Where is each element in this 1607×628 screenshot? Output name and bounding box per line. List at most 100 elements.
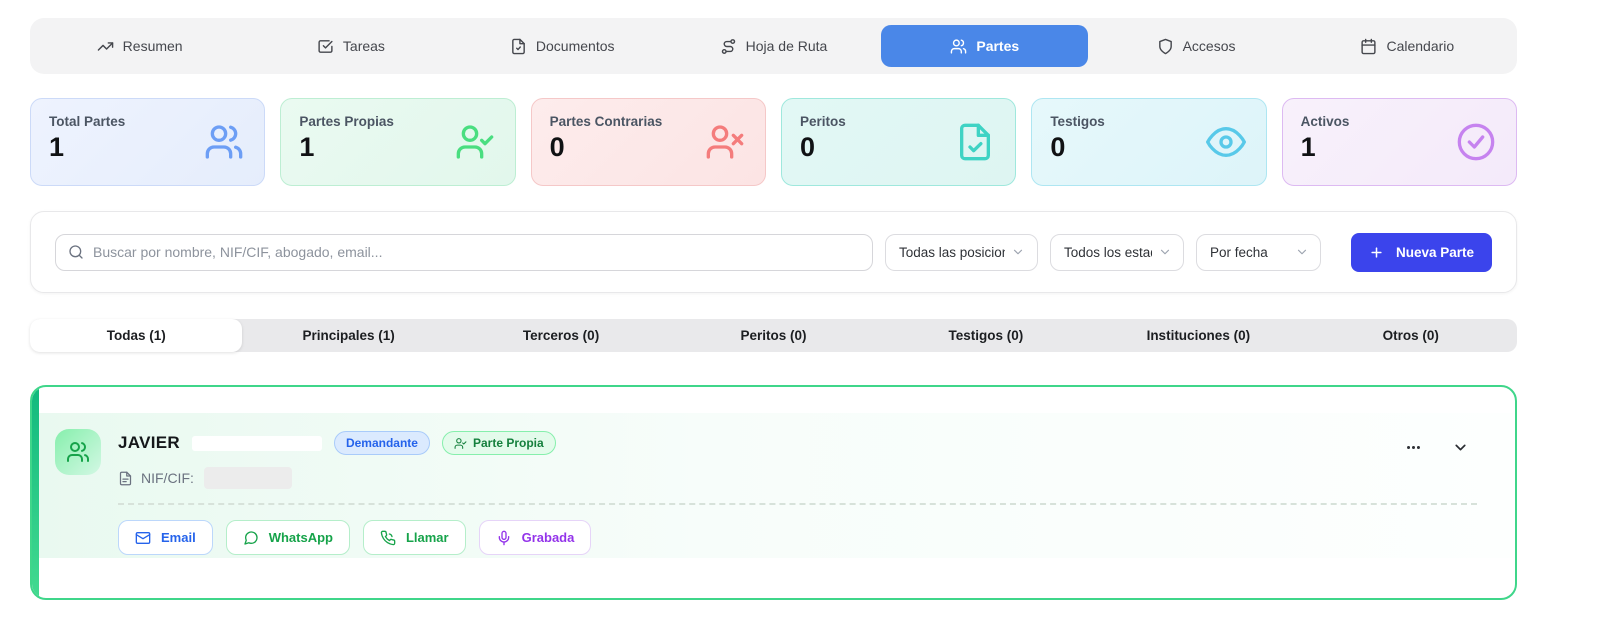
- category-tab-label: Peritos (0): [740, 328, 807, 343]
- check-square-icon: [318, 39, 333, 53]
- tab-partes[interactable]: Partes: [881, 25, 1089, 67]
- email-button[interactable]: Email: [118, 520, 213, 555]
- dropdown-value: Por fecha: [1210, 244, 1268, 260]
- category-tab-label: Principales (1): [302, 328, 395, 343]
- category-tab-peritos[interactable]: Peritos (0): [667, 319, 879, 352]
- stat-card-partes-propias: Partes Propias 1: [280, 98, 516, 186]
- chevron-down-icon: [1455, 444, 1466, 451]
- tab-documentos[interactable]: Documentos: [459, 25, 666, 67]
- chevron-down-icon: [1160, 249, 1170, 255]
- eye-icon: [1205, 122, 1246, 162]
- party-card-accent-bar: [32, 387, 39, 598]
- tab-tareas[interactable]: Tareas: [247, 25, 454, 67]
- file-check-icon: [955, 122, 995, 162]
- tab-label: Tareas: [342, 38, 385, 54]
- toolbar: Todas las posiciones Todos los estados P…: [30, 211, 1517, 293]
- trending-up-icon: [97, 41, 113, 51]
- file-text-icon: [119, 471, 132, 485]
- tab-label: Calendario: [1386, 38, 1455, 54]
- position-badge: Demandante: [333, 431, 430, 455]
- tab-accesos[interactable]: Accesos: [1092, 25, 1299, 67]
- main-tab-bar: Resumen Tareas Documentos Hoja de Ruta P…: [30, 18, 1517, 74]
- stat-card-testigos: Testigos 0: [1031, 98, 1267, 186]
- search-icon: [69, 245, 83, 259]
- phone-call-icon: [380, 530, 396, 545]
- tab-label: Hoja de Ruta: [745, 38, 828, 54]
- tab-label: Resumen: [122, 38, 183, 54]
- tab-label: Documentos: [535, 38, 615, 54]
- nif-label: NIF/CIF:: [141, 470, 194, 486]
- position-badge-label: Demandante: [345, 436, 418, 450]
- more-horizontal-icon: [1407, 446, 1420, 449]
- call-button-label: Llamar: [405, 530, 449, 545]
- category-tab-instituciones[interactable]: Instituciones (0): [1092, 319, 1304, 352]
- route-icon: [721, 38, 735, 54]
- users-icon: [951, 38, 967, 54]
- stats-row: Total Partes 1 Partes Propias 1 Partes C…: [30, 98, 1517, 186]
- chevron-down-icon: [1297, 249, 1307, 255]
- status-filter-dropdown[interactable]: Todos los estados: [1050, 233, 1184, 271]
- message-circle-icon: [244, 530, 258, 545]
- category-tab-todas[interactable]: Todas (1): [30, 319, 243, 352]
- tab-label: Accesos: [1182, 38, 1236, 54]
- call-button[interactable]: Llamar: [362, 520, 466, 555]
- party-avatar: [55, 429, 101, 475]
- dropdown-value: Todos los estados: [1064, 244, 1152, 260]
- page-container: Resumen Tareas Documentos Hoja de Ruta P…: [30, 18, 1517, 600]
- plus-icon: [1371, 246, 1382, 258]
- party-card: JAVIER Demandante Parte Propia NIF/CIF:: [30, 385, 1517, 600]
- recorded-button-label: Grabada: [521, 530, 575, 545]
- redacted-nif-value: [203, 467, 292, 489]
- contact-buttons-row: Email WhatsApp Llamar Grabada: [118, 520, 1477, 555]
- users-icon: [204, 122, 244, 162]
- tab-calendario[interactable]: Calendario: [1304, 25, 1511, 67]
- user-check-icon: [455, 122, 495, 162]
- new-party-button[interactable]: Nueva Parte: [1350, 232, 1492, 272]
- ownership-badge-label: Parte Propia: [472, 436, 544, 450]
- dashed-divider: [118, 503, 1477, 505]
- party-card-actions: [1403, 437, 1471, 458]
- category-tab-label: Otros (0): [1382, 328, 1439, 343]
- file-text-icon: [512, 38, 525, 54]
- category-tab-testigos[interactable]: Testigos (0): [880, 319, 1092, 352]
- user-x-icon: [705, 122, 745, 162]
- mic-icon: [498, 530, 509, 545]
- date-sort-dropdown[interactable]: Por fecha: [1196, 233, 1321, 271]
- whatsapp-button[interactable]: WhatsApp: [225, 520, 350, 555]
- tab-label: Partes: [976, 38, 1020, 54]
- category-tab-principales[interactable]: Principales (1): [242, 319, 454, 352]
- category-tab-label: Terceros (0): [522, 328, 600, 343]
- party-info: JAVIER Demandante Parte Propia NIF/CIF:: [118, 429, 1386, 489]
- tab-resumen[interactable]: Resumen: [36, 25, 243, 67]
- mail-icon: [135, 531, 151, 544]
- check-circle-icon: [1456, 122, 1496, 162]
- user-check-icon: [454, 437, 467, 449]
- position-filter-dropdown[interactable]: Todas las posiciones: [885, 233, 1038, 271]
- shield-icon: [1158, 38, 1172, 54]
- party-card-body: JAVIER Demandante Parte Propia NIF/CIF:: [39, 413, 1513, 558]
- party-name: JAVIER: [118, 433, 180, 452]
- recorded-button[interactable]: Grabada: [478, 520, 592, 555]
- whatsapp-button-label: WhatsApp: [268, 530, 333, 545]
- chevron-down-icon: [1013, 249, 1023, 255]
- stat-card-peritos: Peritos 0: [780, 98, 1017, 186]
- category-tab-terceros[interactable]: Terceros (0): [455, 319, 667, 352]
- dropdown-value: Todas las posiciones: [899, 244, 1005, 260]
- expand-card-button[interactable]: [1450, 437, 1471, 458]
- category-tab-label: Instituciones (0): [1146, 328, 1251, 343]
- redacted-name-block: [191, 435, 322, 451]
- category-tab-label: Testigos (0): [948, 328, 1024, 343]
- calendar-icon: [1361, 38, 1377, 54]
- search-input[interactable]: [93, 244, 860, 260]
- new-party-button-label: Nueva Parte: [1395, 244, 1474, 260]
- email-button-label: Email: [161, 530, 196, 545]
- search-box[interactable]: [55, 233, 873, 271]
- tab-hoja-de-ruta[interactable]: Hoja de Ruta: [670, 25, 877, 67]
- users-icon: [67, 442, 89, 462]
- stat-card-total-partes: Total Partes 1: [30, 98, 266, 186]
- more-options-button[interactable]: [1403, 437, 1424, 458]
- category-tab-otros[interactable]: Otros (0): [1305, 319, 1517, 352]
- category-tab-bar: Todas (1) Principales (1) Terceros (0) P…: [30, 319, 1517, 352]
- stat-card-activos: Activos 1: [1281, 98, 1517, 186]
- category-tab-label: Todas (1): [106, 328, 166, 343]
